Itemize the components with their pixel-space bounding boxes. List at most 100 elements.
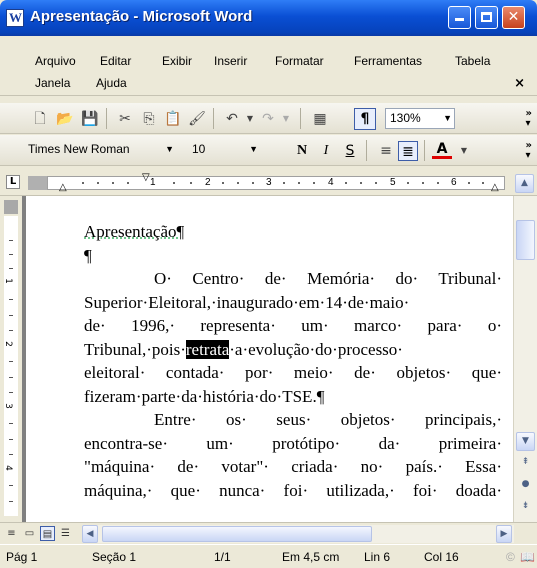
vertical-scrollbar[interactable]: ▼ ⇞ ● ⇟ [513, 196, 537, 522]
doc-empty-paragraph: ¶ [84, 245, 92, 265]
paste-icon[interactable]: 📋 [163, 109, 183, 129]
minimize-button[interactable] [448, 6, 471, 29]
ruler-number: 1 [150, 177, 156, 188]
doc-title-text: Apresentação¶ [84, 222, 185, 241]
vertical-ruler[interactable]: 1 2 3 4 [0, 196, 22, 516]
vertical-scroll-thumb[interactable] [516, 220, 535, 260]
cut-icon[interactable]: ✂ [115, 109, 135, 129]
left-indent-marker[interactable]: △ [59, 182, 67, 193]
redo-icon[interactable]: ↷ [258, 109, 278, 129]
vruler-tick [9, 330, 13, 331]
zoom-select[interactable]: 130% ▼ [385, 108, 455, 129]
format-painter-icon[interactable]: 🖌 [187, 109, 207, 129]
next-page-icon[interactable]: ⇟ [516, 498, 535, 517]
vruler-tick [9, 439, 13, 440]
open-folder-icon[interactable]: 📂 [55, 109, 75, 129]
undo-icon[interactable]: ↶ [222, 109, 242, 129]
scroll-left-icon[interactable]: ◀ [82, 525, 98, 543]
ruler-tick [345, 182, 347, 184]
font-select[interactable]: Times New Roman ▼ [24, 140, 176, 161]
menu-ajuda[interactable]: Ajuda [96, 76, 127, 90]
vruler-tick [9, 254, 13, 255]
browse-object-icon[interactable]: ● [516, 476, 535, 495]
previous-page-icon[interactable]: ⇞ [516, 454, 535, 473]
tab-selector[interactable]: L [6, 175, 20, 189]
ruler-tick [127, 182, 129, 184]
horizontal-scroll-thumb[interactable] [102, 526, 372, 542]
document-area[interactable]: Apresentação¶ ¶ O· Centro· de· Memória· … [22, 196, 513, 522]
new-document-icon[interactable]: 🗋 [30, 109, 50, 129]
justify-icon[interactable]: ≣ [398, 141, 418, 161]
doc-line: eleitoral· contada· por· meio· de· objet… [84, 363, 502, 382]
toolbar-separator [366, 140, 367, 161]
bold-button[interactable]: N [292, 141, 312, 161]
vruler-tick [9, 423, 13, 424]
normal-view-icon[interactable]: ≡ [4, 526, 19, 541]
toolbar-overflow-icon[interactable]: » ▾ [526, 141, 532, 161]
save-icon[interactable]: 💾 [80, 109, 100, 129]
font-size-select[interactable]: 10 ▼ [188, 140, 260, 161]
right-indent-marker[interactable]: △ [491, 182, 499, 193]
copy-icon[interactable]: ⎘ [139, 109, 159, 129]
toolbar-overflow-icon[interactable]: » ▾ [526, 109, 532, 129]
document-text[interactable]: Apresentação¶ ¶ O· Centro· de· Memória· … [84, 220, 502, 502]
menu-editar[interactable]: Editar [100, 54, 131, 68]
menu-ferramentas[interactable]: Ferramentas [354, 54, 422, 68]
vruler-tick [9, 315, 13, 316]
doc-text-segment: ·a·evolução·do·processo· [229, 339, 403, 359]
menu-formatar[interactable]: Formatar [275, 54, 324, 68]
doc-line: encontra-se· um· protótipo· da· primeira… [84, 433, 502, 453]
menu-tabela[interactable]: Tabela [455, 54, 490, 68]
close-document-button[interactable]: × [514, 76, 525, 91]
first-line-indent-marker[interactable]: ▽ [142, 172, 150, 183]
menu-janela[interactable]: Janela [35, 76, 70, 90]
scroll-up-icon[interactable]: ▲ [515, 174, 534, 193]
ruler-tick [482, 182, 484, 184]
menu-exibir[interactable]: Exibir [162, 54, 192, 68]
print-layout-view-icon[interactable]: ▤ [40, 526, 55, 541]
redo-dropdown-icon[interactable]: ▼ [276, 109, 296, 129]
doc-line: Entre· os· seus· objetos· principais,· [154, 410, 502, 429]
font-color-dropdown-icon[interactable]: ▼ [454, 141, 474, 161]
ruler-tick [283, 182, 285, 184]
menu-inserir[interactable]: Inserir [214, 54, 247, 68]
ruler-tick [97, 182, 99, 184]
web-layout-view-icon[interactable]: ▭ [22, 526, 37, 541]
spelling-status-icon[interactable]: 📖 [520, 550, 535, 564]
ruler-tick [82, 182, 84, 184]
horizontal-scrollbar[interactable]: ◀ ▶ [82, 525, 514, 543]
undo-dropdown-icon[interactable]: ▼ [240, 109, 260, 129]
vruler-number: 3 [2, 403, 13, 409]
doc-line: "máquina· de· votar"· criada· no· país.·… [84, 457, 502, 476]
word-app-icon[interactable] [6, 9, 24, 27]
ruler-tick [422, 182, 424, 184]
doc-line: fizeram·parte·da·história·do·TSE.¶ [84, 386, 325, 406]
toolbar-separator [300, 108, 301, 129]
maximize-button[interactable] [475, 6, 498, 29]
horizontal-ruler[interactable]: L △ ▽ △ 1 2 3 4 5 6 ▲ [0, 170, 537, 196]
table-icon[interactable]: ▦ [310, 109, 330, 129]
close-window-button[interactable]: ✕ [502, 6, 525, 29]
align-center-icon[interactable]: ≡ [376, 141, 396, 161]
menu-arquivo[interactable]: Arquivo [35, 54, 76, 68]
show-hide-pilcrow-button[interactable]: ¶ [354, 108, 376, 130]
outline-view-icon[interactable]: ☰ [58, 526, 73, 541]
font-name: Times New Roman [28, 142, 130, 156]
document-page[interactable]: Apresentação¶ ¶ O· Centro· de· Memória· … [26, 196, 513, 522]
vruler-tick [9, 485, 13, 486]
vruler-tick [9, 377, 13, 378]
underline-button[interactable]: S [340, 141, 360, 161]
selected-word[interactable]: retrata [185, 339, 230, 359]
scroll-right-icon[interactable]: ▶ [496, 525, 512, 543]
doc-line: máquina,· que· nunca· foi· utilizada,· f… [84, 480, 502, 500]
doc-title-line: Apresentação¶ [84, 220, 502, 244]
status-section: Seção 1 [92, 550, 137, 564]
ruler-number: 6 [451, 177, 457, 188]
title-bar[interactable]: Apresentação - Microsoft Word ✕ [0, 0, 537, 36]
ruler-margin-left [28, 176, 48, 190]
toolbar-separator [424, 140, 425, 161]
font-color-button[interactable]: A [432, 141, 452, 159]
scroll-down-icon[interactable]: ▼ [516, 432, 535, 451]
standard-toolbar: 🗋 📂 💾 ✂ ⎘ 📋 🖌 ↶ ▼ ↷ ▼ ▦ ¶ 130% ▼ » ▾ [0, 103, 537, 134]
italic-button[interactable]: I [316, 141, 336, 161]
